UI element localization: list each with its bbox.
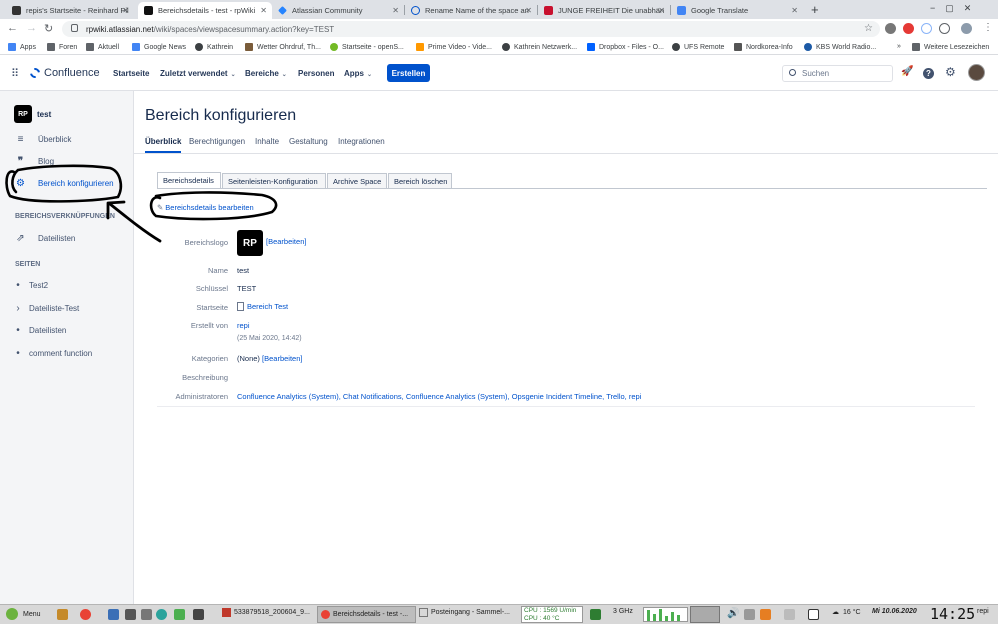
tray-icon[interactable] bbox=[760, 609, 771, 620]
tray-icon[interactable] bbox=[784, 609, 795, 620]
launcher-icon[interactable] bbox=[590, 609, 601, 620]
image-icon bbox=[222, 608, 231, 617]
taskbar-window-active[interactable]: Bereichsdetails - test -... bbox=[317, 606, 416, 623]
cpu-graph bbox=[643, 607, 688, 622]
cpu-ghz: 3 GHz bbox=[613, 608, 633, 615]
chrome-icon bbox=[321, 610, 330, 619]
launcher-icon[interactable] bbox=[156, 609, 167, 620]
tray-icon[interactable] bbox=[808, 609, 819, 620]
tray-icon[interactable] bbox=[744, 609, 755, 620]
os-taskbar: Menu 533879518_200604_9... Bereichsdetai… bbox=[0, 604, 998, 624]
workspace-switcher[interactable] bbox=[690, 606, 720, 623]
launcher-icon[interactable] bbox=[174, 609, 185, 620]
taskbar-window[interactable]: Posteingang - Sammel-... bbox=[419, 608, 516, 617]
volume-icon[interactable]: 🔊 bbox=[727, 608, 739, 619]
launcher-icon[interactable] bbox=[125, 609, 136, 620]
mail-icon bbox=[419, 608, 428, 617]
hand-drawn-annotation bbox=[5, 164, 278, 243]
clock-display: 14:25 bbox=[930, 605, 976, 623]
launcher-icon[interactable] bbox=[193, 609, 204, 620]
launcher-icon[interactable] bbox=[108, 609, 119, 620]
chrome-icon[interactable] bbox=[80, 609, 91, 620]
weather-icon: ☁ bbox=[832, 609, 839, 616]
taskbar-window[interactable]: 533879518_200604_9... bbox=[222, 608, 315, 617]
cpu-monitor: CPU : 1569 U/min CPU : 40 °C bbox=[521, 606, 583, 623]
weather-display[interactable]: ☁ 16 °C bbox=[832, 608, 861, 617]
launcher-icon[interactable] bbox=[57, 609, 68, 620]
user-name: repi bbox=[977, 608, 989, 615]
menu-icon bbox=[6, 608, 18, 620]
date-display: Mi 10.06.2020 bbox=[872, 608, 917, 615]
cpu-freq: CPU : 1569 U/min bbox=[524, 607, 577, 614]
launcher-icon[interactable] bbox=[141, 609, 152, 620]
cpu-temp: CPU : 40 °C bbox=[524, 615, 560, 622]
start-menu-button[interactable]: Menu bbox=[6, 608, 41, 620]
